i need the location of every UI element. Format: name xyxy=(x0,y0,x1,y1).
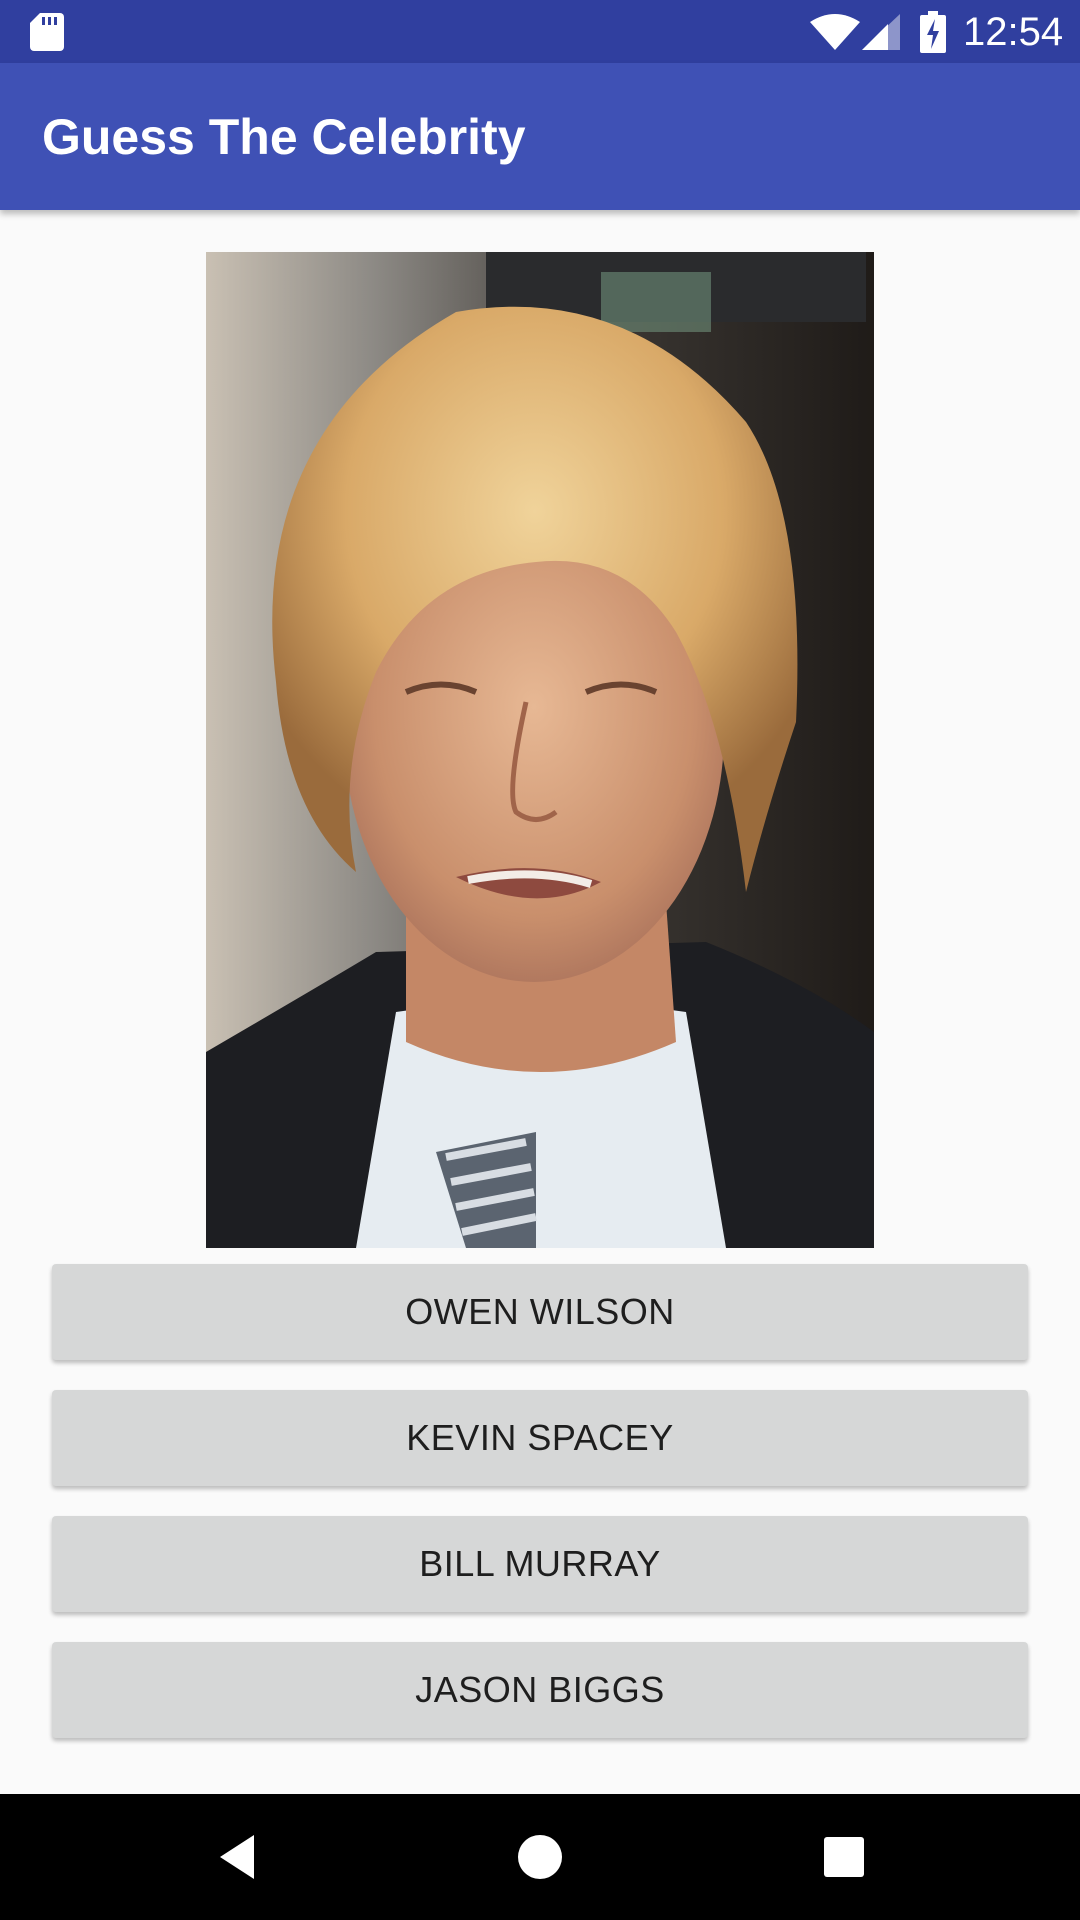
celebrity-photo-image xyxy=(206,252,874,1248)
recents-icon[interactable] xyxy=(814,1827,874,1887)
status-clock: 12:54 xyxy=(963,10,1064,54)
wifi-icon xyxy=(810,14,860,50)
answer-button-2[interactable]: KEVIN SPACEY xyxy=(52,1390,1028,1486)
answer-button-1[interactable]: OWEN WILSON xyxy=(52,1264,1028,1360)
page-title: Guess The Celebrity xyxy=(42,109,526,165)
signal-icon xyxy=(862,14,900,50)
navigation-bar xyxy=(0,1794,1080,1920)
status-bar: 12:54 xyxy=(0,0,1080,63)
answer-button-3[interactable]: BILL MURRAY xyxy=(52,1516,1028,1612)
sd-card-icon xyxy=(30,13,64,51)
home-icon[interactable] xyxy=(510,1827,570,1887)
celebrity-photo xyxy=(206,252,874,1248)
app-bar: Guess The Celebrity xyxy=(0,63,1080,210)
battery-charging-icon xyxy=(920,11,946,53)
back-icon[interactable] xyxy=(206,1827,266,1887)
answer-button-4[interactable]: JASON BIGGS xyxy=(52,1642,1028,1738)
